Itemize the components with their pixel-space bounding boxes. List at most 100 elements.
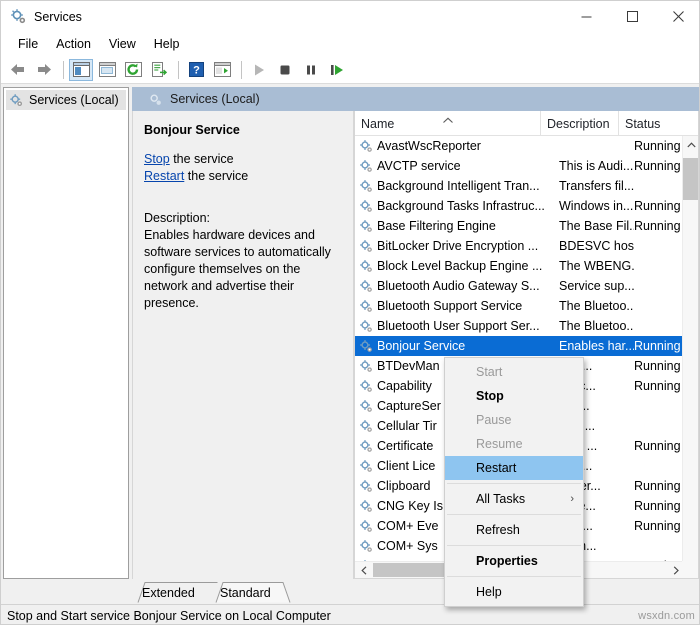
service-description-cell: BDESVC hos... xyxy=(559,239,634,253)
console-tree-pane: Services (Local) xyxy=(3,87,129,579)
forward-arrow-icon[interactable] xyxy=(32,59,56,81)
toolbar-separator xyxy=(63,61,64,79)
scroll-left-icon[interactable] xyxy=(355,562,372,578)
table-row[interactable]: AVCTP serviceThis is Audi...Running xyxy=(355,156,684,176)
menu-item-help[interactable]: Help xyxy=(445,580,583,604)
start-service-icon[interactable] xyxy=(247,59,271,81)
stop-service-icon[interactable] xyxy=(273,59,297,81)
window-list-icon[interactable] xyxy=(95,59,119,81)
tab-extended[interactable]: Extended xyxy=(132,582,218,603)
table-row[interactable]: Bonjour ServiceEnables har...Running xyxy=(355,336,684,356)
column-header-status[interactable]: Status xyxy=(619,111,683,136)
menu-help[interactable]: Help xyxy=(145,35,189,53)
service-gear-icon xyxy=(359,219,374,234)
list-column-headers: Name Description Status xyxy=(355,111,699,136)
menu-separator xyxy=(447,514,581,515)
service-name-cell: AvastWscReporter xyxy=(377,139,559,153)
service-name-cell: Bonjour Service xyxy=(377,339,559,353)
service-gear-icon xyxy=(359,179,374,194)
refresh-icon[interactable] xyxy=(121,59,145,81)
menu-separator xyxy=(447,545,581,546)
tab-standard-label: Standard xyxy=(220,586,271,600)
menu-item-label: Pause xyxy=(476,413,511,427)
service-description-cell: This is Audi... xyxy=(559,159,634,173)
title-bar: Services xyxy=(1,1,700,32)
svg-text:?: ? xyxy=(193,65,200,77)
watermark: wsxdn.com xyxy=(638,610,695,622)
service-status-cell: Running xyxy=(634,439,684,453)
tree-node-label: Services (Local) xyxy=(29,93,119,107)
column-header-filler xyxy=(683,111,699,136)
menu-action[interactable]: Action xyxy=(47,35,100,53)
menu-file[interactable]: File xyxy=(9,35,47,53)
service-gear-icon xyxy=(359,479,374,494)
menu-item-label: Properties xyxy=(476,554,538,568)
export-list-icon[interactable] xyxy=(147,59,171,81)
table-row[interactable]: BitLocker Drive Encryption ...BDESVC hos… xyxy=(355,236,684,256)
pause-service-icon[interactable] xyxy=(299,59,323,81)
service-description-cell: Windows in... xyxy=(559,199,634,213)
menu-item-refresh[interactable]: Refresh xyxy=(445,518,583,542)
service-gear-icon xyxy=(359,359,374,374)
service-description-cell: The Bluetoo... xyxy=(559,299,634,313)
detail-service-name: Bonjour Service xyxy=(144,123,343,137)
services-gear-icon xyxy=(10,8,27,25)
scroll-up-icon[interactable] xyxy=(683,136,699,153)
restart-service-link[interactable]: Restart xyxy=(144,169,184,183)
menu-item-stop[interactable]: Stop xyxy=(445,384,583,408)
service-gear-icon xyxy=(359,499,374,514)
close-icon[interactable] xyxy=(655,1,700,32)
service-status-cell: Running xyxy=(634,479,684,493)
window-controls xyxy=(563,1,700,32)
table-row[interactable]: Bluetooth User Support Ser...The Bluetoo… xyxy=(355,316,684,336)
table-row[interactable]: AvastWscReporterRunning xyxy=(355,136,684,156)
table-row[interactable]: Block Level Backup Engine ...The WBENG..… xyxy=(355,256,684,276)
view-tabs: Extended Standard xyxy=(132,582,699,604)
menu-item-label: Stop xyxy=(476,389,504,403)
table-row[interactable]: Background Tasks Infrastruc...Windows in… xyxy=(355,196,684,216)
results-pane: Services (Local) Bonjour Service Stop th… xyxy=(132,87,699,579)
services-gear-icon xyxy=(9,93,24,108)
tab-extended-label: Extended xyxy=(142,586,195,600)
menu-item-all-tasks[interactable]: All Tasks› xyxy=(445,487,583,511)
tab-standard[interactable]: Standard xyxy=(210,582,296,603)
table-row[interactable]: Bluetooth Audio Gateway S...Service sup.… xyxy=(355,276,684,296)
menu-item-start: Start xyxy=(445,360,583,384)
menu-item-label: Resume xyxy=(476,437,523,451)
service-gear-icon xyxy=(359,439,374,454)
show-hide-console-tree-icon[interactable] xyxy=(69,59,93,81)
table-row[interactable]: Base Filtering EngineThe Base Fil...Runn… xyxy=(355,216,684,236)
menu-item-pause: Pause xyxy=(445,408,583,432)
table-row[interactable]: Background Intelligent Tran...Transfers … xyxy=(355,176,684,196)
vertical-scroll-thumb[interactable] xyxy=(683,158,699,200)
menu-item-restart[interactable]: Restart xyxy=(445,456,583,480)
service-name-cell: Base Filtering Engine xyxy=(377,219,559,233)
service-gear-icon xyxy=(359,199,374,214)
toolbar-separator xyxy=(178,61,179,79)
column-header-name[interactable]: Name xyxy=(355,111,541,136)
menu-item-properties[interactable]: Properties xyxy=(445,549,583,573)
column-header-description[interactable]: Description xyxy=(541,111,619,136)
list-vertical-scrollbar[interactable] xyxy=(682,136,698,579)
services-gear-icon xyxy=(148,92,163,107)
stop-service-link[interactable]: Stop xyxy=(144,152,170,166)
service-description-cell: Transfers fil... xyxy=(559,179,634,193)
properties-icon[interactable] xyxy=(210,59,234,81)
menu-item-label: Help xyxy=(476,585,502,599)
menu-item-label: Start xyxy=(476,365,502,379)
back-arrow-icon[interactable] xyxy=(6,59,30,81)
table-row[interactable]: Bluetooth Support ServiceThe Bluetoo... xyxy=(355,296,684,316)
service-gear-icon xyxy=(359,379,374,394)
tree-node-services-local[interactable]: Services (Local) xyxy=(6,90,126,110)
restart-service-icon[interactable] xyxy=(325,59,349,81)
help-icon[interactable]: ? xyxy=(184,59,208,81)
menu-view[interactable]: View xyxy=(100,35,145,53)
minimize-icon[interactable] xyxy=(563,1,609,32)
maximize-icon[interactable] xyxy=(609,1,655,32)
restart-service-suffix: the service xyxy=(184,169,248,183)
content-area: Services (Local) Services (Local) Bonjou… xyxy=(1,85,700,582)
menu-bar: File Action View Help xyxy=(1,32,700,56)
service-gear-icon xyxy=(359,399,374,414)
service-gear-icon xyxy=(359,539,374,554)
service-gear-icon xyxy=(359,279,374,294)
